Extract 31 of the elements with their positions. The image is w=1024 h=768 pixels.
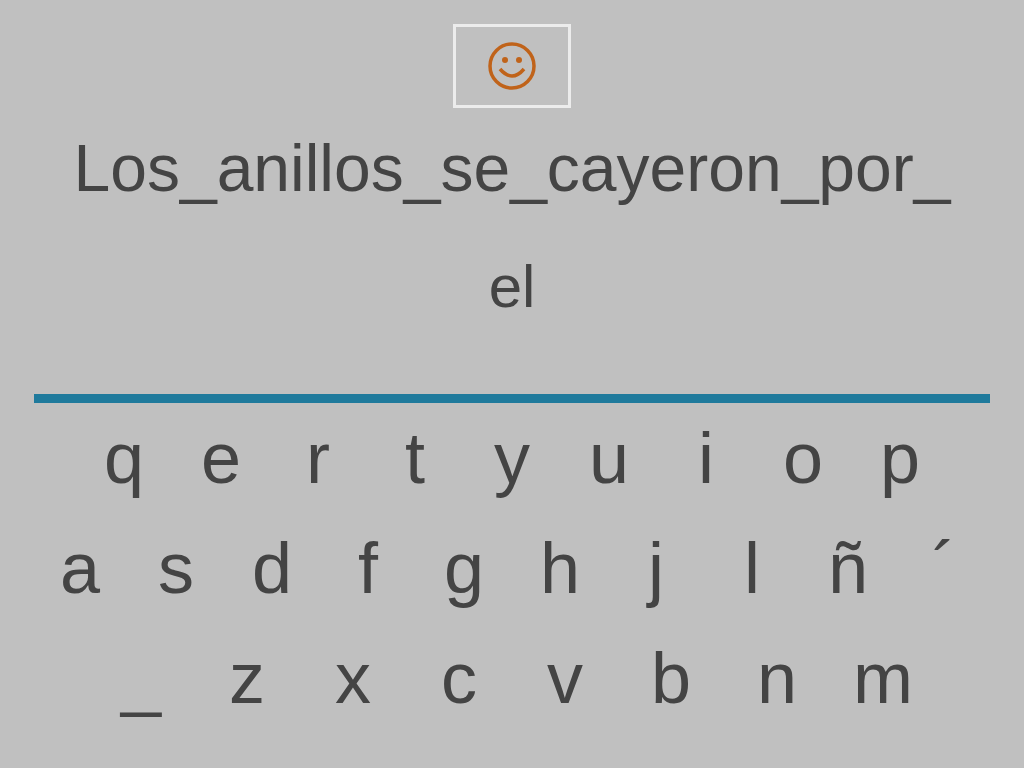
letter-key[interactable]: _: [88, 633, 194, 723]
letter-key[interactable]: n: [724, 633, 830, 723]
letter-key[interactable]: c: [406, 633, 512, 723]
answer-text: el: [488, 252, 536, 322]
letter-key[interactable]: j: [608, 523, 704, 613]
letter-key[interactable]: ñ: [800, 523, 896, 613]
letter-key[interactable]: u: [560, 413, 658, 503]
letter-key[interactable]: s: [128, 523, 224, 613]
letter-key[interactable]: p: [851, 413, 949, 503]
hint-button[interactable]: [453, 24, 571, 108]
letter-key[interactable]: q: [75, 413, 173, 503]
letter-key[interactable]: a: [32, 523, 128, 613]
letter-key[interactable]: t: [366, 413, 464, 503]
letter-key[interactable]: x: [300, 633, 406, 723]
letter-key[interactable]: b: [618, 633, 724, 723]
letter-key[interactable]: o: [754, 413, 852, 503]
smiley-icon: [487, 41, 537, 91]
letter-key[interactable]: f: [320, 523, 416, 613]
letter-key[interactable]: v: [512, 633, 618, 723]
letter-key[interactable]: d: [224, 523, 320, 613]
letter-key[interactable]: r: [269, 413, 367, 503]
letter-key[interactable]: ´: [896, 523, 992, 613]
letter-key[interactable]: h: [512, 523, 608, 613]
letter-key[interactable]: l: [704, 523, 800, 613]
letter-key[interactable]: i: [657, 413, 755, 503]
letter-key[interactable]: m: [830, 633, 936, 723]
sentence-text: Los_anillos_se_cayeron_por_: [73, 130, 951, 206]
letter-key[interactable]: g: [416, 523, 512, 613]
letter-key[interactable]: e: [172, 413, 270, 503]
letter-key[interactable]: y: [463, 413, 561, 503]
letter-key[interactable]: z: [194, 633, 300, 723]
